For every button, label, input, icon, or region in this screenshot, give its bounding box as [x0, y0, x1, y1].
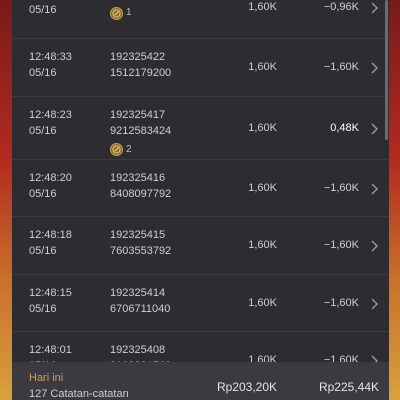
- badge-count: 1: [126, 7, 132, 18]
- row-time: 12:48:33: [29, 51, 72, 63]
- history-row[interactable]: 12:49:0005/16 2362841602 1 1,60K −0,96K: [12, 0, 389, 39]
- history-row[interactable]: 12:48:20 05/16 192325416 8408097792 1,60K −1,…: [12, 160, 389, 217]
- row-round-id: 192325417: [110, 108, 166, 121]
- row-ids: 192325416 8408097792: [110, 170, 171, 202]
- footer-period-label: Hari ini: [29, 372, 64, 384]
- row-result-amount: 0,48K: [330, 121, 359, 134]
- row-result-amount: −1,60K: [323, 239, 359, 252]
- free-spin-badge: 2: [110, 142, 132, 158]
- background-right-edge: [389, 0, 400, 400]
- row-bet-amount: 1,60K: [248, 181, 277, 194]
- row-transaction-id: 9212583424: [110, 124, 172, 137]
- chevron-right-icon[interactable]: [369, 297, 379, 310]
- row-time: 12:48:01: [29, 344, 72, 356]
- row-round-id: 192325416: [110, 171, 166, 184]
- summary-footer: Hari ini 127 Catatan-catatan Rp203,20K R…: [12, 362, 389, 400]
- row-transaction-id: 1512179200: [110, 67, 172, 79]
- row-date: 05/16: [29, 187, 57, 200]
- row-time: 12:48:15: [29, 286, 72, 299]
- row-bet-amount: 1,60K: [248, 61, 277, 74]
- row-date: 05/16: [29, 124, 57, 137]
- compass-icon: [110, 143, 123, 156]
- history-row[interactable]: 12:48:15 05/16 192325414 6706711040 1,60K −1,…: [12, 275, 389, 332]
- row-result-amount: −1,60K: [323, 61, 359, 74]
- row-time: 12:48:20: [29, 171, 72, 184]
- row-datetime: 12:48:23 05/16: [29, 107, 72, 139]
- free-spin-badge: 1: [110, 5, 132, 21]
- chevron-right-icon[interactable]: [369, 239, 379, 252]
- scrollbar[interactable]: [385, 0, 388, 140]
- row-time: 12:48:18: [29, 229, 72, 241]
- row-ids: 192325422 1512179200: [110, 49, 171, 81]
- row-datetime: 12:48:33 05/16: [29, 49, 72, 81]
- row-ids: 2362841602 1: [110, 0, 171, 23]
- history-row[interactable]: 12:48:18 05/16 192325415 7603553792 1,60K −1,…: [12, 217, 389, 275]
- row-round-id: 192325415: [110, 229, 166, 241]
- row-ids: 192325415 7603553792: [110, 227, 171, 259]
- footer-record-count: 127 Catatan-catatan: [29, 388, 129, 400]
- row-datetime: 12:48:18 05/16: [29, 227, 72, 259]
- row-result-amount: −1,60K: [323, 296, 359, 309]
- chevron-right-icon[interactable]: [369, 61, 379, 74]
- row-transaction-id: 8408097792: [110, 187, 172, 200]
- chevron-right-icon[interactable]: [369, 182, 379, 195]
- row-transaction-id: 2362841602: [110, 0, 171, 2]
- badge-count: 2: [126, 143, 132, 155]
- row-ids: 192325417 9212583424 2: [110, 107, 171, 160]
- row-result-amount: −0,96K: [323, 1, 359, 13]
- row-datetime: 12:48:15 05/16: [29, 285, 72, 317]
- row-time: 12:48:23: [29, 108, 72, 121]
- background-left-edge: [0, 0, 12, 400]
- footer-total-win: Rp225,44K: [318, 380, 379, 394]
- row-round-id: 192325408: [110, 344, 166, 356]
- row-bet-amount: 1,60K: [248, 1, 277, 13]
- row-date: 05/16: [29, 4, 57, 16]
- row-result-amount: −1,60K: [323, 181, 359, 194]
- row-ids: 192325414 6706711040: [110, 285, 170, 317]
- row-bet-amount: 1,60K: [248, 121, 277, 134]
- row-bet-amount: 1,60K: [248, 296, 277, 309]
- history-row[interactable]: 12:48:23 05/16 192325417 9212583424 2 1,60K 0,…: [12, 97, 389, 160]
- row-date: 05/16: [29, 302, 57, 315]
- row-transaction-id: 6706711040: [110, 302, 171, 315]
- row-date: 05/16: [29, 67, 57, 79]
- row-datetime: 12:49:0005/16: [29, 0, 72, 18]
- row-datetime: 12:48:20 05/16: [29, 170, 72, 202]
- chevron-right-icon[interactable]: [369, 1, 379, 14]
- compass-icon: [110, 6, 123, 20]
- history-panel: 12:49:0005/16 2362841602 1 1,60K −0,96K 12:48…: [12, 0, 389, 400]
- row-transaction-id: 7603553792: [110, 245, 172, 257]
- row-round-id: 192325422: [110, 51, 166, 63]
- history-list: 12:49:0005/16 2362841602 1 1,60K −0,96K 12:48…: [12, 0, 389, 390]
- history-row[interactable]: 12:48:33 05/16 192325422 1512179200 1,60K −1,…: [12, 39, 389, 97]
- row-round-id: 192325414: [110, 286, 166, 299]
- footer-total-bet: Rp203,20K: [216, 380, 277, 394]
- row-date: 05/16: [29, 245, 57, 257]
- row-bet-amount: 1,60K: [248, 239, 277, 252]
- chevron-right-icon[interactable]: [369, 122, 379, 134]
